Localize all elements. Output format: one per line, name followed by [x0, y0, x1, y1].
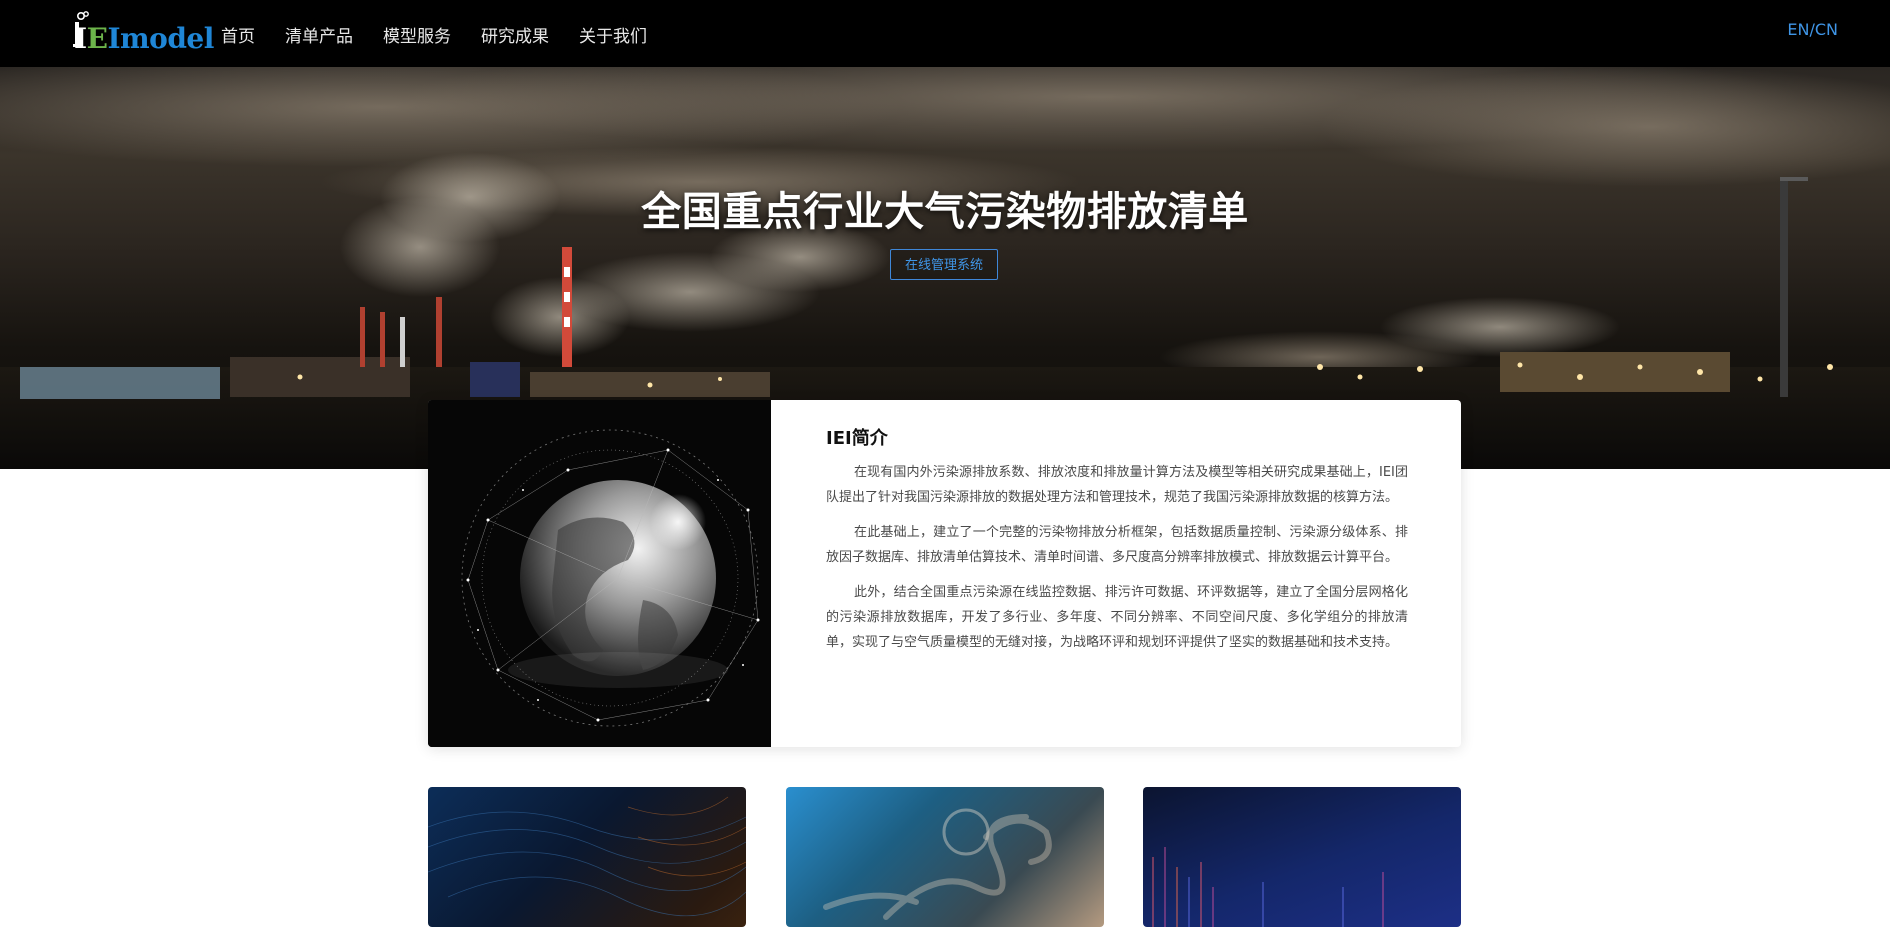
hero-title: 全国重点行业大气污染物排放清单 [641, 189, 1249, 235]
language-switch[interactable]: EN/CN [1787, 20, 1838, 39]
site-header: IEImodel 首页 清单产品 模型服务 研究成果 关于我们 EN/CN [0, 0, 1890, 67]
online-management-button[interactable]: 在线管理系统 [890, 249, 998, 280]
feature-card-1[interactable] [428, 787, 746, 927]
main-nav: 首页 清单产品 模型服务 研究成果 关于我们 [221, 24, 677, 50]
intro-card: IEI简介 在现有国内外污染源排放系数、排放浓度和排放量计算方法及模型等相关研究… [428, 400, 1461, 747]
site-logo[interactable]: IEImodel [72, 10, 214, 54]
nav-about[interactable]: 关于我们 [579, 24, 647, 50]
intro-paragraph-3: 此外，结合全国重点污染源在线监控数据、排污许可数据、环评数据等，建立了全国分层网… [826, 585, 1408, 650]
wireframe-globe-image [428, 400, 771, 747]
intro-title: IEI简介 [826, 428, 888, 449]
intro-paragraph-1: 在现有国内外污染源排放系数、排放浓度和排放量计算方法及模型等相关研究成果基础上，… [826, 465, 1408, 505]
intro-paragraph-2: 在此基础上，建立了一个完整的污染物排放分析框架，包括数据质量控制、污染源分级体系… [826, 525, 1408, 565]
nav-research[interactable]: 研究成果 [481, 24, 549, 50]
feature-card-3[interactable] [1143, 787, 1461, 927]
swirl-particles-image [823, 808, 1052, 920]
intro-text: IEI简介 在现有国内外污染源排放系数、排放浓度和排放量计算方法及模型等相关研究… [826, 426, 1408, 665]
feature-card-2[interactable] [786, 787, 1104, 927]
contour-lines-image [428, 796, 746, 917]
nav-products[interactable]: 清单产品 [285, 24, 353, 50]
nav-home[interactable]: 首页 [221, 24, 255, 50]
logo-text: IEImodel [74, 22, 214, 55]
data-streams-image [1152, 847, 1384, 927]
nav-model-services[interactable]: 模型服务 [383, 24, 451, 50]
